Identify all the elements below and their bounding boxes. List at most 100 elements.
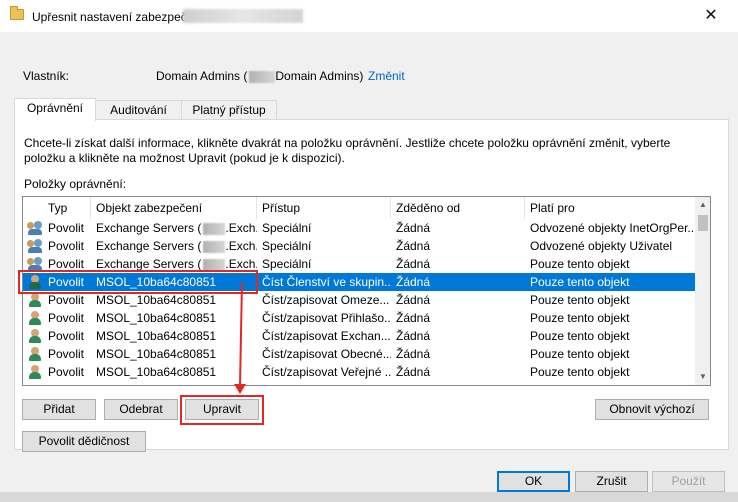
cell-applies: Pouze tento objekt [530, 275, 630, 289]
tab-permissions[interactable]: Oprávnění [14, 98, 96, 121]
cell-inherited: Žádná [396, 347, 431, 361]
column-header-principal[interactable]: Objekt zabezpečení [91, 197, 257, 219]
apply-button: Použít [652, 471, 725, 492]
cell-applies: Pouze tento objekt [530, 293, 630, 307]
column-header-access[interactable]: Přístup [257, 197, 391, 219]
cell-principal: MSOL_10ba64c80851 [91, 327, 257, 345]
cell-applies: Pouze tento objekt [530, 311, 630, 325]
cell-principal: MSOL_10ba64c80851 [91, 309, 257, 327]
column-header-applies-to[interactable]: Platí pro [525, 197, 695, 219]
cell-inherited: Žádná [396, 257, 431, 271]
restore-defaults-button[interactable]: Obnovit výchozí [595, 399, 709, 420]
list-header: Typ Objekt zabezpečení Přístup Zděděno o… [23, 197, 695, 219]
folder-icon [10, 6, 24, 20]
principal-name: Exchange Servers ( [96, 257, 202, 271]
principal-suffix: .Exch... [225, 221, 257, 235]
cell-access: Číst/zapisovat Exchan... [262, 329, 391, 343]
cancel-button[interactable]: Zrušit [575, 471, 648, 492]
table-row[interactable]: Povolit MSOL_10ba64c80851 Číst/zapisovat O… [23, 291, 695, 309]
cell-type: Povolit [48, 239, 85, 253]
user-icon [27, 365, 43, 379]
table-row[interactable]: Povolit Exchange Servers ( .Exch... Speciál… [23, 237, 695, 255]
title-bar: Upřesnit nastavení zabezpečení ✕ [0, 0, 738, 32]
table-row[interactable]: Povolit MSOL_10ba64c80851 Číst/zapisovat P… [23, 309, 695, 327]
edit-button[interactable]: Upravit [185, 399, 259, 420]
entries-label: Položky oprávnění: [24, 177, 127, 191]
principal-name: MSOL_10ba64c80851 [96, 275, 217, 289]
cell-inherited: Žádná [396, 365, 431, 379]
window-title: Upřesnit nastavení zabezpečení [32, 10, 204, 24]
cell-applies: Pouze tento objekt [530, 257, 630, 271]
cell-principal: MSOL_10ba64c80851 [91, 363, 257, 381]
table-row[interactable]: Povolit MSOL_10ba64c80851 Číst Členství ve… [23, 273, 695, 291]
cell-access: Číst/zapisovat Obecné... [262, 347, 391, 361]
close-icon[interactable]: ✕ [688, 2, 734, 30]
cell-applies: Pouze tento objekt [530, 329, 630, 343]
principal-suffix: .Exch... [225, 257, 257, 271]
group-icon [27, 221, 43, 235]
user-icon [27, 275, 43, 289]
cell-type: Povolit [48, 311, 85, 325]
principal-name: MSOL_10ba64c80851 [96, 329, 217, 343]
principal-name: MSOL_10ba64c80851 [96, 293, 217, 307]
owner-value-suffix: Domain Admins) [275, 69, 364, 83]
owner-value-prefix: Domain Admins ( [156, 69, 248, 83]
permission-entries-list[interactable]: Typ Objekt zabezpečení Přístup Zděděno o… [22, 196, 711, 386]
cell-principal: MSOL_10ba64c80851 [91, 291, 257, 309]
owner-value: Domain Admins ( Domain Admins) [156, 69, 363, 83]
cell-principal: Exchange Servers ( .Exch... [91, 219, 257, 237]
cell-type: Povolit [48, 365, 85, 379]
principal-suffix: .Exch... [225, 239, 257, 253]
vertical-scrollbar[interactable]: ▲ ▼ [695, 197, 710, 385]
owner-label: Vlastník: [23, 69, 70, 83]
redacted-domain [203, 240, 226, 253]
ok-button[interactable]: OK [497, 471, 570, 492]
cell-applies: Odvozené objekty InetOrgPer... [530, 221, 695, 235]
principal-name: MSOL_10ba64c80851 [96, 311, 217, 325]
cell-access: Číst/zapisovat Veřejné ... [262, 365, 391, 379]
table-row[interactable]: Povolit Exchange Servers (.Exch... Speciál… [23, 255, 695, 273]
scroll-up-icon[interactable]: ▲ [695, 197, 710, 213]
cell-principal: MSOL_10ba64c80851 [91, 273, 257, 291]
user-icon [27, 347, 43, 361]
table-row[interactable]: Povolit MSOL_10ba64c80851 Číst/zapisovat O… [23, 345, 695, 363]
principal-name: MSOL_10ba64c80851 [96, 347, 217, 361]
redacted-title-part [183, 9, 303, 23]
table-row[interactable]: Povolit MSOL_10ba64c80851 Číst/zapisovat V… [23, 363, 695, 381]
cell-inherited: Žádná [396, 275, 431, 289]
add-button[interactable]: Přidat [22, 399, 96, 420]
cell-type: Povolit [48, 257, 85, 271]
cell-inherited: Žádná [396, 239, 431, 253]
cell-inherited: Žádná [396, 221, 431, 235]
enable-inheritance-button[interactable]: Povolit dědičnost [22, 431, 146, 452]
scroll-thumb[interactable] [698, 215, 708, 231]
change-owner-link[interactable]: Změnit [368, 69, 405, 83]
cell-access: Číst/zapisovat Omeze... [262, 293, 390, 307]
cell-inherited: Žádná [396, 293, 431, 307]
column-header-type[interactable]: Typ [43, 197, 91, 219]
principal-name: Exchange Servers ( [96, 221, 202, 235]
cell-access: Speciální [262, 221, 312, 235]
cell-access: Číst Členství ve skupin... [262, 275, 391, 289]
table-row[interactable]: Povolit Exchange Servers ( .Exch... Speciál… [23, 219, 695, 237]
user-icon [27, 311, 43, 325]
cell-applies: Pouze tento objekt [530, 347, 630, 361]
tab-effective-access[interactable]: Platný přístup [181, 100, 277, 120]
cell-inherited: Žádná [396, 329, 431, 343]
remove-button[interactable]: Odebrat [104, 399, 178, 420]
cell-type: Povolit [48, 221, 85, 235]
table-row[interactable]: Povolit MSOL_10ba64c80851 Číst/zapisovat E… [23, 327, 695, 345]
cell-access: Číst/zapisovat Přihlašo... [262, 311, 391, 325]
principal-name: Exchange Servers ( [96, 239, 202, 253]
scroll-down-icon[interactable]: ▼ [695, 369, 710, 385]
cell-inherited: Žádná [396, 311, 431, 325]
column-header-inherited-from[interactable]: Zděděno od [391, 197, 525, 219]
cell-access: Speciální [262, 239, 312, 253]
group-icon [27, 257, 43, 271]
tab-auditing[interactable]: Auditování [95, 100, 182, 120]
cell-type: Povolit [48, 293, 85, 307]
principal-name: MSOL_10ba64c80851 [96, 365, 217, 379]
redacted-domain [249, 70, 276, 83]
cell-type: Povolit [48, 347, 85, 361]
redacted-domain [203, 258, 226, 271]
